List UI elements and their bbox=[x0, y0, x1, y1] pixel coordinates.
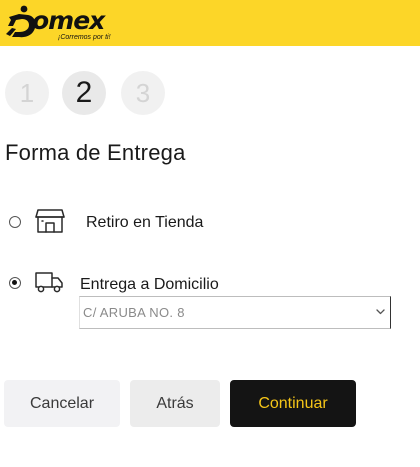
step-1[interactable]: 1 bbox=[5, 71, 49, 115]
domex-logo[interactable]: omex ¡Corremos por ti! bbox=[4, 4, 128, 44]
back-button[interactable]: Atrás bbox=[130, 380, 220, 427]
step-2-active[interactable]: 2 bbox=[62, 71, 106, 115]
header-bar: omex ¡Corremos por ti! bbox=[0, 0, 420, 46]
step-3[interactable]: 3 bbox=[121, 71, 165, 115]
brand-tagline: ¡Corremos por ti! bbox=[58, 34, 111, 41]
option-label-entrega-a-domicilio: Entrega a Domicilio bbox=[80, 276, 219, 293]
page-title: Forma de Entrega bbox=[5, 140, 186, 165]
cancel-button[interactable]: Cancelar bbox=[4, 380, 120, 427]
continue-button[interactable]: Continuar bbox=[230, 380, 356, 427]
option-label-retiro-en-tienda: Retiro en Tienda bbox=[86, 214, 204, 231]
address-select-value: C/ ARUBA NO. 8 bbox=[83, 305, 185, 320]
brand-name: omex bbox=[32, 6, 105, 35]
truck-icon bbox=[35, 272, 63, 293]
radio-retiro-en-tienda[interactable] bbox=[9, 216, 21, 228]
address-select[interactable]: C/ ARUBA NO. 8 bbox=[79, 296, 391, 329]
chevron-down-icon bbox=[376, 309, 385, 315]
radio-entrega-a-domicilio[interactable] bbox=[9, 277, 21, 289]
store-icon bbox=[35, 209, 65, 233]
